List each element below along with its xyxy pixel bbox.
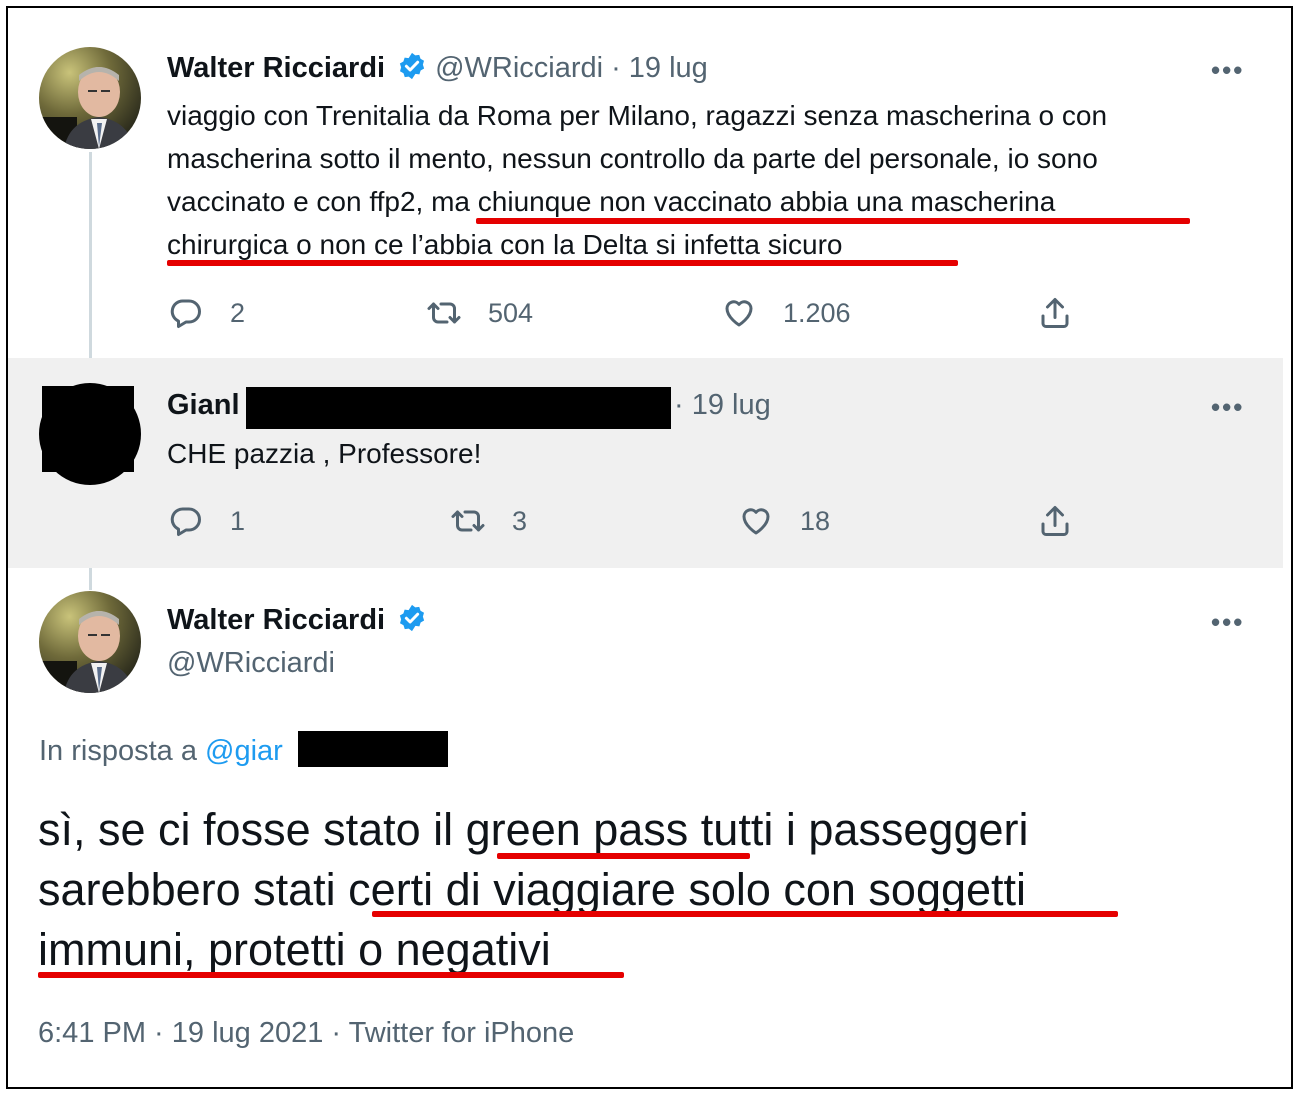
reply-button[interactable]: 2	[168, 295, 245, 331]
retweet-icon	[427, 302, 461, 324]
retweet-button[interactable]: 504	[426, 295, 533, 331]
reply-to-handle[interactable]: @giar	[205, 735, 283, 767]
tweet-timestamp[interactable]: 6:41 PM · 19 lug 2021 · Twitter for iPho…	[38, 1014, 574, 1052]
share-button[interactable]	[1037, 295, 1073, 331]
tweet-header: Gianl	[167, 387, 240, 423]
avatar[interactable]	[39, 591, 141, 693]
like-count: 18	[800, 505, 831, 536]
redaction-box	[246, 387, 671, 429]
reply-count: 2	[230, 297, 246, 328]
reply-icon	[170, 299, 201, 328]
verified-badge-icon	[397, 603, 427, 633]
share-icon	[1041, 298, 1069, 328]
highlight-underline	[167, 260, 958, 266]
like-button[interactable]: 18	[738, 503, 830, 539]
highlight-underline	[38, 972, 624, 978]
author-handle[interactable]: @WRicciardi	[167, 645, 335, 681]
reply-prefix: In risposta a	[39, 735, 197, 767]
share-icon	[1041, 506, 1069, 536]
retweet-count: 3	[512, 505, 528, 536]
like-count: 1.206	[783, 297, 851, 328]
tweet-text-line: vaccinato e con ffp2, ma chiunque non va…	[167, 186, 1056, 217]
tweet-text-line: viaggio con Trenitalia da Roma per Milan…	[167, 100, 1108, 131]
tweet-text-line: immuni, protetti o negativi	[38, 924, 551, 975]
tweet-header: Walter Ricciardi @WRicciardi · 19 lug	[167, 50, 708, 86]
reply-count: 1	[230, 505, 246, 536]
retweet-button[interactable]: 3	[450, 503, 527, 539]
like-button[interactable]: 1.206	[721, 295, 851, 331]
reply-context: In risposta a @giar	[39, 732, 283, 770]
heart-icon	[742, 508, 770, 535]
author-handle[interactable]: @WRicciardi	[435, 52, 603, 84]
thread-line	[89, 152, 92, 384]
reply-button[interactable]: 1	[168, 503, 245, 539]
redaction-box	[298, 731, 448, 767]
author-name[interactable]: Walter Ricciardi	[167, 52, 385, 84]
tweet-text: CHE pazzia , Professore!	[167, 438, 482, 469]
highlight-underline	[497, 853, 750, 859]
share-button[interactable]	[1037, 503, 1073, 539]
tweet-text-line: mascherina sotto il mento, nessun contro…	[167, 143, 1098, 174]
separator-dot: ·	[611, 52, 621, 84]
more-icon[interactable]: •••	[1211, 607, 1244, 638]
tweet-date[interactable]: 19 lug	[629, 52, 708, 84]
highlight-underline	[372, 911, 1118, 917]
heart-icon	[725, 300, 753, 327]
tweet-date[interactable]: · 19 lug	[674, 387, 771, 423]
more-icon[interactable]: •••	[1211, 55, 1244, 86]
retweet-count: 504	[488, 297, 534, 328]
author-name[interactable]: Walter Ricciardi	[167, 604, 385, 636]
avatar[interactable]	[39, 47, 141, 149]
redaction-box	[42, 386, 134, 472]
author-name[interactable]: Gianl	[167, 389, 240, 421]
verified-badge-icon	[397, 51, 427, 81]
highlight-underline	[476, 218, 1190, 224]
reply-icon	[170, 507, 201, 536]
retweet-icon	[451, 510, 485, 532]
more-icon[interactable]: •••	[1211, 392, 1244, 423]
tweet-text-line: sì, se ci fosse stato il green pass tutt…	[38, 804, 1029, 855]
tweet-header: Walter Ricciardi	[167, 602, 435, 638]
